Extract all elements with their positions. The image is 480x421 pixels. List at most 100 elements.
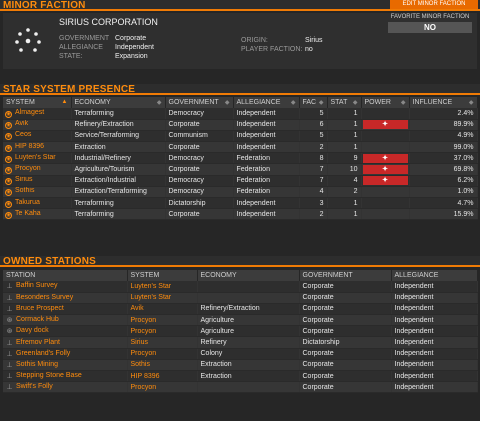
station-system-link[interactable]: Sothis: [127, 359, 198, 372]
station-cell[interactable]: ⊥ Besonders Survey: [3, 292, 128, 304]
presence-row[interactable]: ◉ Luyten's Star Industrial/Refinery Democra…: [3, 152, 478, 165]
column-header-stat[interactable]: STAT ◆: [327, 97, 362, 108]
system-cell[interactable]: ◉ Sothis: [3, 186, 72, 199]
station-link[interactable]: Besonders Survey: [16, 294, 73, 301]
station-system-link[interactable]: Procyon: [127, 348, 198, 360]
influence-cell: 99.0%: [409, 141, 478, 154]
favorite-faction-label: FAVORITE MINOR FACTION: [390, 14, 470, 20]
station-system-link[interactable]: Procyon: [127, 314, 198, 327]
station-link[interactable]: Davy dock: [16, 327, 49, 334]
presence-row[interactable]: ◉ Takurua Terraforming Dictatorship Independ…: [3, 197, 478, 210]
station-cell[interactable]: ⊥ Sothis Mining: [3, 359, 128, 372]
column-header-fac[interactable]: FAC ◆: [299, 97, 328, 108]
station-system-link[interactable]: Avik: [127, 303, 198, 316]
column-header-economy[interactable]: ECONOMY ◆: [71, 97, 166, 108]
system-cell[interactable]: ◉ Luyten's Star: [3, 152, 72, 165]
column-header-system[interactable]: SYSTEM ▲: [3, 97, 72, 108]
station-row[interactable]: ⊥ Greenland's Folly Procyon Colony Corporate…: [3, 348, 478, 360]
station-cell[interactable]: ⊥ Efremov Plant: [3, 336, 128, 349]
station-row[interactable]: ⊥ Sothis Mining Sothis Extraction Corporate I…: [3, 359, 478, 372]
system-cell[interactable]: ◉ Te Kaha: [3, 208, 72, 221]
station-cell[interactable]: ⊛ Davy dock: [3, 325, 128, 338]
station-system-link[interactable]: Procyon: [127, 325, 198, 338]
system-cell[interactable]: ◉ Ceos: [3, 130, 72, 143]
station-link[interactable]: Cormack Hub: [16, 316, 59, 323]
station-system-link[interactable]: Luyten's Star: [127, 292, 198, 304]
presence-row[interactable]: ◉ Te Kaha Terraforming Corporate Independent…: [3, 208, 478, 221]
station-row[interactable]: ⊥ Bruce Prospect Avik Refinery/Extraction Co…: [3, 303, 478, 316]
stat-cell: 2: [327, 186, 362, 199]
presence-row[interactable]: ◉ HIP 8396 Extraction Corporate Independent 2…: [3, 141, 478, 154]
column-header-allegiance[interactable]: ALLEGIANCE: [391, 270, 478, 281]
system-link[interactable]: Procyon: [15, 165, 41, 172]
system-link[interactable]: Ceos: [15, 131, 31, 138]
column-header-government[interactable]: GOVERNMENT: [299, 270, 392, 281]
economy-cell: Terraforming: [71, 108, 166, 120]
presence-row[interactable]: ◉ Procyon Agriculture/Tourism Corporate Fede…: [3, 163, 478, 176]
system-link[interactable]: Sothis: [15, 187, 34, 194]
presence-row[interactable]: ◉ Sothis Extraction/Terraforming Democracy F…: [3, 186, 478, 199]
system-link[interactable]: Takurua: [15, 199, 40, 206]
station-economy-cell: Colony: [197, 348, 300, 360]
station-row[interactable]: ⊛ Davy dock Procyon Agriculture Corporate Ind…: [3, 325, 478, 338]
column-header-power[interactable]: POWER ◆: [361, 97, 410, 108]
station-link[interactable]: Sothis Mining: [16, 361, 58, 368]
station-system-link[interactable]: Sirius: [127, 336, 198, 349]
station-row[interactable]: ⊥ Stepping Stone Base HIP 8396 Extraction Co…: [3, 370, 478, 383]
station-row[interactable]: ⊥ Besonders Survey Luyten's Star Corporate I…: [3, 292, 478, 304]
station-cell[interactable]: ⊛ Cormack Hub: [3, 314, 128, 327]
system-link[interactable]: Almagest: [15, 109, 44, 116]
presence-row[interactable]: ◉ Almagest Terraforming Democracy Independen…: [3, 108, 478, 120]
edit-minor-faction-button[interactable]: EDIT MINOR FACTION: [390, 0, 478, 9]
origin-value[interactable]: Sirius: [305, 37, 323, 44]
system-link[interactable]: Te Kaha: [15, 210, 41, 217]
system-cell[interactable]: ◉ Almagest: [3, 108, 72, 120]
influence-cell: 1.0%: [409, 186, 478, 199]
station-link[interactable]: Efremov Plant: [16, 339, 60, 346]
station-row[interactable]: ⊥ Efremov Plant Sirius Refinery Dictatorship…: [3, 336, 478, 349]
column-header-government[interactable]: GOVERNMENT ◆: [165, 97, 234, 108]
system-cell[interactable]: ◉ Takurua: [3, 197, 72, 210]
presence-row[interactable]: ◉ Avik Refinery/Extraction Corporate Indepen…: [3, 119, 478, 131]
station-link[interactable]: Greenland's Folly: [16, 350, 70, 357]
presence-row[interactable]: ◉ Sirius Extraction/Industrial Democracy Fed…: [3, 175, 478, 187]
power-cell: [361, 208, 410, 221]
station-row[interactable]: ⊛ Cormack Hub Procyon Agriculture Corporate I…: [3, 314, 478, 327]
column-header-allegiance[interactable]: ALLEGIANCE ◆: [233, 97, 300, 108]
system-link[interactable]: Luyten's Star: [15, 154, 56, 161]
influence-cell: 6.2%: [409, 175, 478, 187]
allegiance-cell: Independent: [233, 208, 300, 221]
column-header-influence[interactable]: INFLUENCE ◆: [409, 97, 478, 108]
system-link[interactable]: Avik: [15, 120, 28, 127]
station-link[interactable]: Baffin Survey: [16, 282, 58, 289]
system-cell[interactable]: ◉ Procyon: [3, 163, 72, 176]
station-allegiance-cell: Independent: [391, 359, 478, 372]
station-allegiance-cell: Independent: [391, 281, 478, 293]
section-title-minor-faction: MINOR FACTION: [3, 0, 86, 11]
station-system-link[interactable]: HIP 8396: [127, 370, 198, 383]
system-cell[interactable]: ◉ Avik: [3, 119, 72, 131]
column-header-station[interactable]: STATION: [3, 270, 128, 281]
presence-header-row: SYSTEM ▲ ECONOMY ◆ GOVERNMENT ◆ ALLEGIANCE ◆…: [3, 97, 478, 108]
station-row[interactable]: ⊥ Baffin Survey Luyten's Star Corporate Inde…: [3, 281, 478, 293]
favorite-faction-toggle[interactable]: NO: [388, 22, 472, 33]
station-cell[interactable]: ⊥ Baffin Survey: [3, 281, 128, 293]
station-system-link[interactable]: Procyon: [127, 381, 198, 394]
station-link[interactable]: Bruce Prospect: [16, 305, 64, 312]
presence-row[interactable]: ◉ Ceos Service/Terraforming Communism Indepe…: [3, 130, 478, 143]
station-cell[interactable]: ⊥ Bruce Prospect: [3, 303, 128, 316]
system-icon: ◉: [5, 189, 12, 197]
station-link[interactable]: Stepping Stone Base: [16, 372, 82, 379]
station-system-link[interactable]: Luyten's Star: [127, 281, 198, 293]
column-header-system[interactable]: SYSTEM: [127, 270, 198, 281]
system-link[interactable]: HIP 8396: [15, 143, 44, 150]
system-cell[interactable]: ◉ Sirius: [3, 175, 72, 187]
station-link[interactable]: Swift's Folly: [16, 383, 53, 390]
station-row[interactable]: ⊥ Swift's Folly Procyon Corporate Independen…: [3, 381, 478, 394]
station-cell[interactable]: ⊥ Greenland's Folly: [3, 348, 128, 360]
system-link[interactable]: Sirius: [15, 176, 33, 183]
system-cell[interactable]: ◉ HIP 8396: [3, 141, 72, 154]
station-cell[interactable]: ⊥ Stepping Stone Base: [3, 370, 128, 383]
station-cell[interactable]: ⊥ Swift's Folly: [3, 381, 128, 394]
column-header-economy[interactable]: ECONOMY: [197, 270, 300, 281]
